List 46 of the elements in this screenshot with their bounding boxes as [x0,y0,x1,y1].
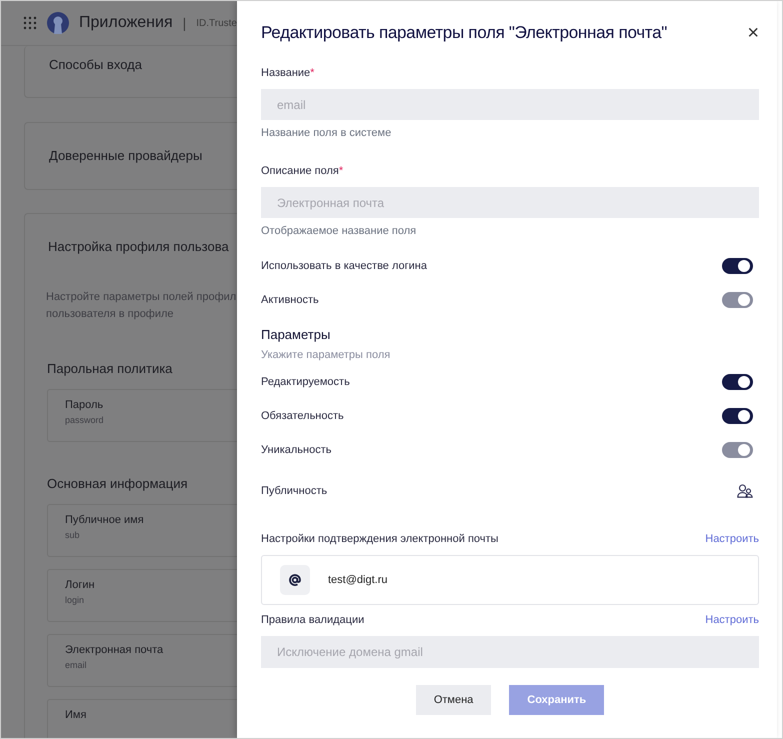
group-title: Парольная политика [47,361,174,376]
section-subtitle: Укажите параметры поля [261,349,392,361]
field-name: Имя [65,709,88,721]
cancel-button[interactable]: Отмена [416,685,492,715]
option-label: Использовать в качестве логина [261,260,427,272]
option-label: Обязательность [261,410,344,422]
field-name: Пароль [65,399,104,411]
app-subtitle: ID.Truste [196,18,237,28]
toggle-switch[interactable] [722,374,753,390]
app-title: Приложения [79,14,173,32]
option-label: Публичность [261,485,328,497]
drawer-title: Редактировать параметры поля "Электронная почта" [261,23,667,43]
option-label: Редактируемость [261,376,350,388]
toggle-switch[interactable] [722,408,753,424]
option-label: Настройки подтверждения электронной почты [261,533,498,545]
option-label: Правила валидации [261,614,364,626]
field-hint: Отображаемое название поля [261,225,418,237]
option-label: Уникальность [261,444,332,456]
field-key: login [65,595,237,605]
field-key: password [65,415,237,425]
section-title: Доверенные провайдеры [49,148,202,163]
separator-text: | [182,15,186,31]
field-key: email [65,660,237,670]
users-icon [737,484,753,498]
field-name: Электронная почта [65,644,164,656]
email-address: test@digt.ru [328,574,388,586]
toggle-switch[interactable] [722,258,753,274]
section-title: Настройка профиля пользова [48,239,230,254]
configure-link[interactable]: Настроить [705,614,759,626]
field-hint: Название поля в системе [261,127,392,139]
save-button[interactable]: Сохранить [509,685,604,715]
at-sign-icon [280,565,310,595]
section-title: Способы входа [49,57,142,72]
apps-grid-icon[interactable] [23,16,37,30]
field-name: Публичное имя [65,514,145,526]
field-label: Название* [261,67,316,81]
field-key: sub [65,530,237,540]
field-label: Описание поля* [261,165,344,179]
group-title: Основная информация [47,476,188,491]
section-heading: Параметры [261,327,332,342]
logo-icon [47,12,69,34]
field-name: Логин [65,579,96,591]
section-description: Настройте параметры полей профил пользователя в профиле [46,290,237,322]
configure-link[interactable]: Настроить [705,533,759,545]
close-button[interactable]: × [747,23,759,43]
option-label: Активность [261,294,319,306]
